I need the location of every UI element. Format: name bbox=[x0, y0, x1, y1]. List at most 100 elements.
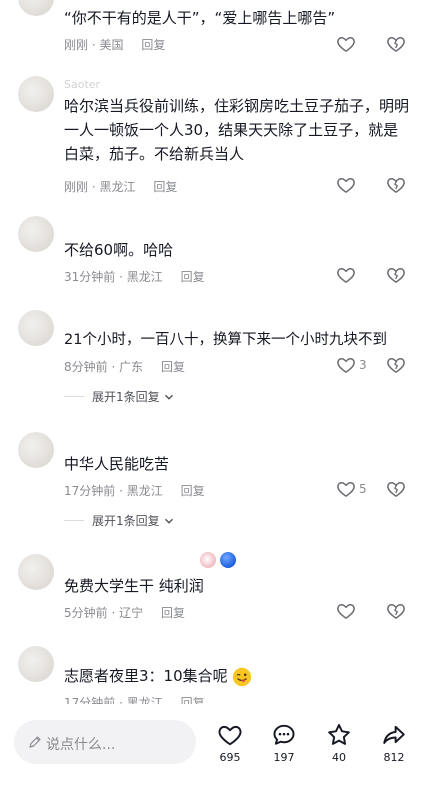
heart-outline-icon bbox=[337, 604, 355, 619]
comment-item: 中华人民能吃苦 17分钟前 · 黑龙江 回复 5 展开1条回复 bbox=[0, 428, 424, 538]
comment-meta: 5分钟前 · 辽宁 回复 bbox=[64, 606, 185, 620]
like-count: 5 bbox=[359, 482, 367, 496]
comment-item: 免费大学生干 纯利润 5分钟前 · 辽宁 回复 bbox=[0, 550, 424, 630]
comment-location: 广东 bbox=[119, 360, 144, 374]
sticker-icon bbox=[200, 552, 216, 568]
comment-meta: 刚刚 · 美国 回复 bbox=[64, 38, 166, 52]
broken-heart-icon bbox=[387, 178, 405, 193]
reply-button[interactable]: 回复 bbox=[141, 38, 165, 52]
comment-item: Saoter 哈尔滨当兵役前训练，住彩钢房吃土豆子茄子，明明一人一顿饭一个人30… bbox=[0, 72, 424, 202]
expand-replies-label: 展开1条回复 bbox=[92, 390, 160, 404]
speech-bubble-icon bbox=[273, 724, 295, 745]
broken-heart-icon bbox=[387, 482, 405, 497]
wink-tongue-emoji-icon bbox=[233, 667, 252, 686]
avatar[interactable] bbox=[18, 554, 54, 590]
comment-input[interactable]: 说点什么... bbox=[14, 720, 196, 764]
dislike-button[interactable] bbox=[386, 265, 406, 289]
avatar[interactable] bbox=[18, 310, 54, 346]
star-icon bbox=[328, 724, 350, 745]
comment-text: 中华人民能吃苦 bbox=[64, 455, 170, 473]
dislike-button[interactable] bbox=[386, 175, 406, 199]
heart-outline-icon bbox=[218, 725, 242, 746]
heart-outline-icon bbox=[337, 178, 355, 193]
heart-outline-icon bbox=[337, 37, 355, 52]
reply-button[interactable]: 回复 bbox=[153, 180, 177, 194]
comment-meta: 31分钟前 · 黑龙江 回复 bbox=[64, 270, 205, 284]
reply-button[interactable]: 回复 bbox=[161, 606, 185, 620]
chevron-down-icon bbox=[164, 518, 173, 524]
dislike-button[interactable] bbox=[386, 479, 406, 503]
share-count: 812 bbox=[383, 751, 405, 764]
chevron-down-icon bbox=[164, 394, 173, 400]
reply-button[interactable]: 回复 bbox=[161, 360, 185, 374]
comment-item: 志愿者夜里3：10集合呢 17分钟前 · 黑龙江 回复 bbox=[0, 640, 424, 710]
comment-text: 免费大学生干 纯利润 bbox=[64, 577, 204, 595]
comment-text: 哈尔滨当兵役前训练，住彩钢房吃土豆子茄子，明明一人一顿饭一个人30，结果天天除了… bbox=[64, 97, 410, 163]
dislike-button[interactable] bbox=[386, 34, 406, 58]
comment-count: 197 bbox=[273, 751, 295, 764]
comment-time: 刚刚 bbox=[64, 180, 89, 194]
avatar[interactable] bbox=[18, 76, 54, 112]
like-count: 695 bbox=[219, 751, 241, 764]
comment-time: 刚刚 bbox=[64, 38, 89, 52]
pen-icon bbox=[29, 736, 41, 748]
heart-outline-icon bbox=[337, 268, 355, 283]
comment-text-content: 志愿者夜里3：10集合呢 bbox=[64, 667, 228, 685]
divider bbox=[64, 520, 84, 521]
comment-meta: 8分钟前 · 广东 回复 bbox=[64, 360, 185, 374]
comment-username[interactable]: Saoter bbox=[64, 78, 100, 91]
expand-replies-label: 展开1条回复 bbox=[92, 514, 160, 528]
like-button[interactable] bbox=[336, 175, 356, 195]
share-button[interactable]: 812 bbox=[374, 722, 414, 764]
broken-heart-icon bbox=[387, 268, 405, 283]
comment-location: 黑龙江 bbox=[99, 180, 136, 194]
comment-item: 不给60啊。哈哈 31分钟前 · 黑龙江 回复 bbox=[0, 214, 424, 294]
share-arrow-icon bbox=[383, 725, 405, 744]
comment-meta: 刚刚 · 黑龙江 回复 bbox=[64, 180, 178, 194]
expand-replies-button[interactable]: 展开1条回复 bbox=[64, 512, 174, 529]
comment-time: 31分钟前 bbox=[64, 270, 116, 284]
comment-text: “你不干有的是人干”，“爱上哪告上哪告” bbox=[64, 9, 336, 27]
expand-replies-button[interactable]: 展开1条回复 bbox=[64, 388, 174, 405]
dislike-button[interactable] bbox=[386, 355, 406, 379]
comment-item: “你不干有的是人干”，“爱上哪告上哪告” 刚刚 · 美国 回复 bbox=[0, 0, 424, 60]
like-video-button[interactable]: 695 bbox=[210, 722, 250, 764]
comment-time: 5分钟前 bbox=[64, 606, 108, 620]
badge-emoji-icons bbox=[200, 552, 240, 568]
comment-location: 美国 bbox=[99, 38, 124, 52]
comment-time: 17分钟前 bbox=[64, 484, 116, 498]
reply-button[interactable]: 回复 bbox=[181, 270, 205, 284]
avatar[interactable] bbox=[18, 646, 54, 682]
blue-dot-icon bbox=[220, 552, 236, 568]
like-count: 3 bbox=[359, 358, 367, 372]
favorite-count: 40 bbox=[332, 751, 346, 764]
like-button[interactable] bbox=[336, 34, 356, 54]
reply-button[interactable]: 回复 bbox=[181, 484, 205, 498]
like-button[interactable]: 5 bbox=[336, 479, 367, 499]
avatar[interactable] bbox=[18, 432, 54, 468]
broken-heart-icon bbox=[387, 604, 405, 619]
like-button[interactable] bbox=[336, 601, 356, 621]
comment-input-placeholder: 说点什么... bbox=[46, 737, 116, 753]
comment-item: 21个小时，一百八十，换算下来一个小时九块不到 8分钟前 · 广东 回复 3 展… bbox=[0, 304, 424, 414]
comment-text: 不给60啊。哈哈 bbox=[64, 241, 174, 259]
divider bbox=[64, 396, 84, 397]
avatar[interactable] bbox=[18, 0, 54, 16]
comment-button[interactable]: 197 bbox=[264, 722, 304, 764]
like-button[interactable]: 3 bbox=[336, 355, 367, 375]
comment-time: 8分钟前 bbox=[64, 360, 108, 374]
heart-outline-icon bbox=[337, 482, 355, 497]
heart-outline-icon bbox=[337, 358, 355, 373]
like-button[interactable] bbox=[336, 265, 356, 285]
dislike-button[interactable] bbox=[386, 601, 406, 625]
comment-location: 辽宁 bbox=[119, 606, 144, 620]
comment-text: 志愿者夜里3：10集合呢 bbox=[64, 664, 410, 688]
favorite-button[interactable]: 40 bbox=[319, 722, 359, 764]
broken-heart-icon bbox=[387, 358, 405, 373]
comment-text: 21个小时，一百八十，换算下来一个小时九块不到 bbox=[64, 332, 387, 348]
comment-meta: 17分钟前 · 黑龙江 回复 bbox=[64, 484, 205, 498]
comment-location: 黑龙江 bbox=[126, 484, 163, 498]
broken-heart-icon bbox=[387, 37, 405, 52]
comment-location: 黑龙江 bbox=[126, 270, 163, 284]
avatar[interactable] bbox=[18, 216, 54, 252]
